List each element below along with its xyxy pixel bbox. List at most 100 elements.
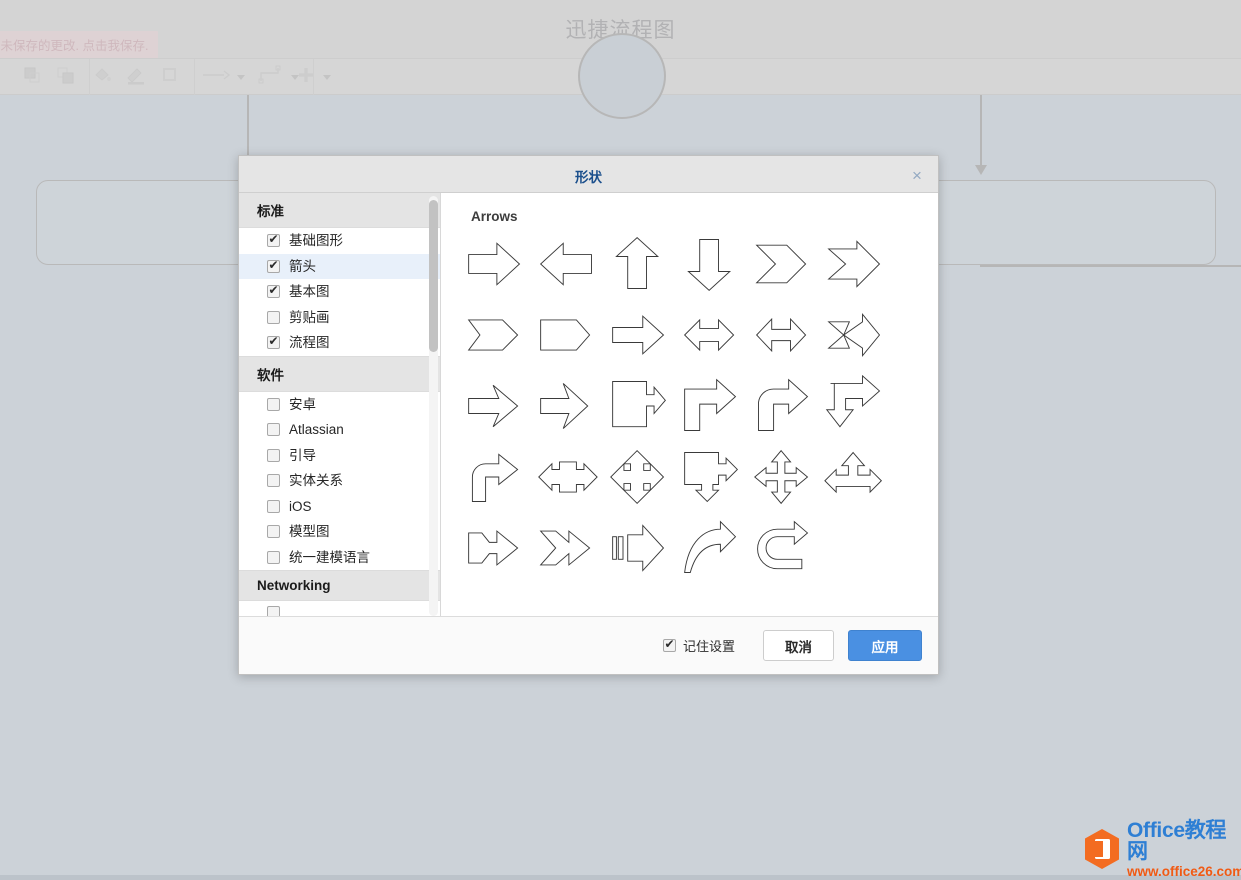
remember-settings-checkbox[interactable]: 记住设置 — [662, 636, 735, 655]
shape-arrow-left-right-callout[interactable] — [531, 441, 603, 512]
category-item[interactable]: 统一建模语言 — [239, 544, 440, 571]
category-checkbox[interactable] — [267, 258, 280, 273]
shape-notched-arrow-right[interactable] — [819, 228, 891, 299]
category-item[interactable]: 引导 — [239, 442, 440, 469]
category-item[interactable]: 流程图 — [239, 330, 440, 356]
shape-striped-arrow-right[interactable] — [603, 512, 675, 583]
add-icon[interactable] — [296, 65, 316, 90]
straight-connector-caret-icon[interactable] — [237, 75, 245, 80]
shape-curved-arrow-up-right[interactable] — [675, 512, 747, 583]
shape-block-arrow-right[interactable] — [603, 299, 675, 370]
cancel-button[interactable]: 取消 — [763, 630, 834, 661]
shape-arrow-left-right[interactable] — [747, 299, 819, 370]
shape-bent-arrow-right-down[interactable] — [819, 370, 891, 441]
apply-button[interactable]: 应用 — [848, 630, 922, 661]
remember-settings-checkbox-box[interactable] — [662, 637, 676, 652]
category-item[interactable]: iOS — [239, 493, 440, 520]
shape-arrow-left-right-thin[interactable] — [675, 299, 747, 370]
watermark-brand: Office教程网 — [1127, 818, 1227, 863]
shapes-group-title: Arrows — [471, 209, 518, 224]
category-sidebar[interactable]: 标准基础图形箭头基本图剪贴画流程图软件安卓 Atlassian 引导实体关系 iOS 模… — [239, 193, 441, 616]
category-checkbox[interactable] — [267, 334, 280, 350]
flange-arrow-right-icon — [468, 529, 519, 566]
shape-arrow-down[interactable] — [675, 228, 747, 299]
curved-bent-arrow-right-icon — [758, 378, 809, 431]
shape-flange-arrow-right[interactable] — [459, 512, 531, 583]
shape-arrow-up[interactable] — [603, 228, 675, 299]
fill-color-icon[interactable] — [92, 65, 112, 90]
category-item[interactable]: 基础图形 — [239, 228, 440, 254]
category-item-label: 剪贴画 — [289, 309, 330, 325]
shapes-grid[interactable] — [441, 228, 938, 583]
send-to-back-icon[interactable] — [55, 65, 75, 90]
four-way-arrow-icon — [754, 449, 809, 504]
shape-curved-bent-arrow-right[interactable] — [747, 370, 819, 441]
category-checkbox[interactable] — [267, 550, 280, 564]
shape-chevron-double-arrow[interactable] — [531, 512, 603, 583]
shape-bent-arrow-up-right[interactable] — [675, 370, 747, 441]
category-item[interactable]: 模型图 — [239, 519, 440, 545]
callout-arrow-down-right-icon — [684, 451, 739, 502]
category-checkbox[interactable] — [267, 474, 280, 488]
shadow-icon[interactable] — [160, 65, 180, 90]
shape-circular-arrow[interactable] — [747, 512, 819, 583]
category-checkbox[interactable] — [267, 232, 280, 248]
category-item[interactable]: 基本图 — [239, 279, 440, 305]
connector-right-vertical[interactable] — [980, 95, 982, 168]
elbow-connector-icon[interactable] — [258, 65, 284, 90]
shape-pentagon-right[interactable] — [531, 299, 603, 370]
category-item[interactable]: 安卓 — [239, 391, 440, 418]
category-item-label: iOS — [289, 498, 312, 514]
category-item-label: 统一建模语言 — [289, 549, 370, 565]
category-checkbox[interactable] — [267, 283, 280, 299]
connector-right-arrowhead-icon — [975, 165, 987, 175]
connector-rect-to-right[interactable] — [980, 265, 1241, 267]
watermark: Office教程网 www.office26.com — [1075, 818, 1241, 878]
category-checkbox[interactable] — [267, 397, 280, 411]
close-icon[interactable]: × — [906, 164, 928, 186]
sidebar-scrollbar[interactable] — [429, 196, 438, 616]
category-item[interactable]: Atlassian — [239, 417, 440, 443]
shape-arrow-right[interactable] — [459, 228, 531, 299]
category-list[interactable]: 标准基础图形箭头基本图剪贴画流程图软件安卓 Atlassian 引导实体关系 iOS 模… — [239, 193, 440, 616]
bring-to-front-icon[interactable] — [22, 65, 42, 90]
category-checkbox[interactable] — [267, 499, 280, 513]
category-item[interactable]: 箭头 — [239, 253, 440, 280]
shape-double-chevron-arrow[interactable] — [819, 299, 891, 370]
watermark-url: www.office26.com — [1127, 863, 1241, 879]
line-color-icon[interactable] — [125, 65, 147, 90]
category-item-label: 流程图 — [289, 335, 330, 351]
shape-chevron-right[interactable] — [747, 228, 819, 299]
office-hexagon-logo-icon — [1083, 828, 1121, 870]
shape-four-way-arrow[interactable] — [747, 441, 819, 512]
shape-pentagon-banner-left[interactable] — [459, 299, 531, 370]
category-checkbox[interactable] — [267, 423, 280, 437]
open-arrow-right-icon — [468, 384, 519, 427]
shape-u-turn-arrow[interactable] — [459, 441, 531, 512]
shape-open-arrow-right[interactable] — [459, 370, 531, 441]
category-checkbox[interactable] — [267, 525, 280, 539]
shape-quad-arrow[interactable] — [603, 441, 675, 512]
shape-tri-arrow[interactable] — [819, 441, 891, 512]
unsaved-changes-banner[interactable]: 有未保存的更改. 点击我保存. — [0, 31, 159, 59]
u-turn-arrow-icon — [471, 452, 519, 502]
category-checkbox[interactable] — [267, 448, 280, 462]
category-item-label: 基本图 — [289, 284, 330, 300]
shape-callout-arrow-down-right[interactable] — [675, 441, 747, 512]
category-item[interactable]: 实体关系 — [239, 468, 440, 494]
straight-connector-icon[interactable] — [202, 68, 231, 87]
add-caret-icon[interactable] — [323, 75, 331, 80]
shape-callout-arrow-right[interactable] — [603, 370, 675, 441]
chevron-right-icon — [755, 244, 807, 283]
shapes-panel: Arrows — [441, 193, 938, 616]
canvas-shape-ellipse[interactable] — [578, 33, 666, 119]
arrow-left-right-callout-icon — [538, 460, 598, 493]
category-item-partial[interactable] — [239, 601, 440, 616]
shape-open-arrow-right-2[interactable] — [531, 370, 603, 441]
category-checkbox[interactable] — [267, 310, 280, 324]
category-item[interactable]: 剪贴画 — [239, 304, 440, 331]
sidebar-scroll-thumb[interactable] — [429, 200, 438, 352]
category-checkbox[interactable] — [267, 606, 280, 616]
category-group-header: 标准 — [239, 193, 440, 228]
shape-arrow-left[interactable] — [531, 228, 603, 299]
